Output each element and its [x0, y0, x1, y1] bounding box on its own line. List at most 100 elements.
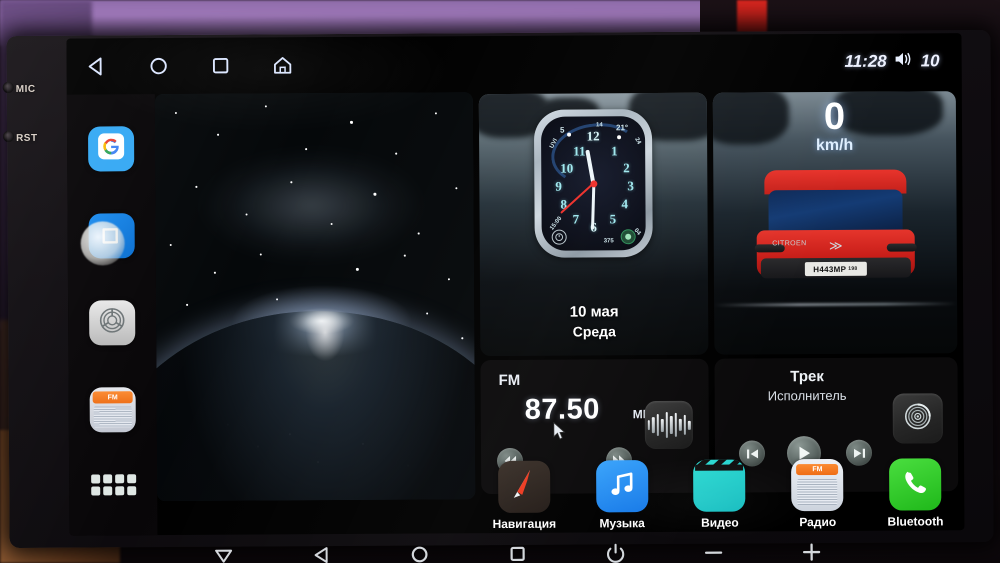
date-value: 10 мая	[569, 303, 619, 321]
activity-complication-icon	[620, 229, 636, 245]
hour-2: 2	[623, 160, 630, 176]
music-note-icon	[607, 469, 637, 504]
music-source-button[interactable]	[892, 393, 943, 444]
date-display: 10 мая Среда	[480, 303, 708, 340]
minute-hand	[590, 183, 595, 230]
clock-widget[interactable]: 5 UVI 21° 14 24 15:00 375 18 04	[478, 92, 709, 357]
status-clock: 11:28	[844, 51, 887, 71]
plate-number: H443MP	[813, 264, 847, 274]
mic-hole	[2, 81, 14, 94]
hour-7: 7	[572, 211, 580, 227]
plate-region: 198	[848, 265, 858, 272]
app-music[interactable]: Музыка	[586, 460, 658, 530]
hw-circle-icon[interactable]	[407, 542, 431, 563]
status-right: 11:28 10	[844, 50, 961, 73]
reset-hole[interactable]	[3, 130, 15, 143]
fm-badge: FM	[92, 391, 133, 404]
watch-face-widget: 5 UVI 21° 14 24 15:00 375 18 04	[533, 109, 653, 258]
complication-dot-left	[567, 132, 572, 137]
reset-label: RST	[16, 132, 38, 144]
android-nav-bar	[67, 53, 295, 78]
widget-area: 5 UVI 21° 14 24 15:00 375 18 04	[473, 89, 964, 499]
volume-level: 10	[920, 51, 940, 71]
weekday-value: Среда	[572, 323, 616, 340]
mic-label: MIC	[15, 83, 36, 95]
app-radio-label: Радио	[799, 514, 837, 530]
wallpaper-panel[interactable]	[154, 92, 476, 502]
car-photo: ≫ CITROEN H443MP 198	[748, 169, 923, 292]
app-music-label: Музыка	[599, 516, 645, 531]
dock-item-blue-app[interactable]	[80, 213, 135, 266]
watch-dial: 5 UVI 21° 14 24 15:00 375 18 04	[540, 116, 646, 251]
power-icon[interactable]	[603, 541, 627, 563]
hour-3: 3	[627, 178, 634, 194]
app-video-label: Видео	[701, 515, 739, 530]
disc-icon	[903, 401, 933, 436]
equalizer-button[interactable]	[644, 400, 693, 450]
speed-unit: km/h	[815, 136, 854, 155]
hour-11: 11	[573, 143, 586, 159]
volume-icon	[894, 50, 914, 72]
uv-value: 5	[560, 125, 565, 135]
app-radio[interactable]: FM Радио	[781, 458, 853, 530]
hour-10: 10	[560, 160, 574, 176]
app-shortcut-row: Навигация Музыка Видео FM Радио Bluetoot…	[475, 458, 964, 533]
google-g-icon	[96, 131, 126, 166]
head-unit-bezel: MIC RST 11:28 10 FM 5 UVI 21° 14 24 15:0…	[2, 29, 994, 563]
timer-complication-icon	[551, 229, 567, 245]
phone-handset-icon	[900, 467, 930, 502]
speed-value: 0	[823, 95, 846, 139]
hardware-button-bar	[69, 530, 964, 563]
temp-value: 21°	[615, 123, 629, 133]
hour-9: 9	[555, 178, 562, 194]
radio-icon: FM	[791, 459, 843, 511]
mouse-cursor	[553, 421, 566, 441]
dock-item-fm-radio[interactable]: FM	[89, 387, 136, 433]
speed-display: 0 km/h	[713, 95, 956, 155]
app-navigation[interactable]: Навигация	[488, 460, 560, 532]
hour-5: 5	[609, 211, 617, 227]
planet-earth	[154, 309, 476, 502]
status-bar: 11:28 10	[66, 33, 962, 95]
citroen-logo: ≫	[828, 237, 842, 253]
volume-minus-icon[interactable]	[701, 541, 725, 563]
back-triangle-icon[interactable]	[85, 54, 109, 78]
hw-square-icon[interactable]	[505, 542, 529, 563]
dock-item-settings[interactable]	[89, 300, 136, 346]
screen-glare	[80, 221, 125, 266]
watch-hub	[589, 179, 597, 187]
apps-grid-icon[interactable]	[90, 474, 136, 496]
next-track-icon	[853, 448, 865, 458]
hw-back-triangle-icon[interactable]	[309, 543, 333, 563]
car-brand: CITROEN	[772, 240, 807, 248]
app-bluetooth-label: Bluetooth	[887, 514, 944, 529]
photo-backdrop: MIC RST 11:28 10 FM 5 UVI 21° 14 24 15:0…	[0, 0, 1000, 563]
complication-dot-right	[617, 135, 622, 140]
navigation-arrow-icon	[506, 466, 542, 507]
touchscreen[interactable]: 11:28 10 FM 5 UVI 21° 14 24 15:00 375 04…	[66, 33, 965, 536]
app-navigation-label: Навигация	[492, 516, 557, 532]
app-video[interactable]: Видео	[684, 459, 756, 530]
track-title: Трек	[790, 368, 824, 386]
track-artist: Исполнитель	[767, 387, 847, 404]
hour-12: 12	[586, 128, 600, 144]
dropdown-arrow-icon[interactable]	[211, 544, 235, 563]
radio-grill	[93, 406, 132, 428]
home-icon[interactable]	[271, 53, 295, 77]
scale-right: 375	[603, 238, 614, 245]
square-icon[interactable]	[209, 54, 233, 78]
app-bluetooth[interactable]: Bluetooth	[879, 458, 951, 529]
license-plate: H443MP 198	[804, 261, 867, 277]
left-dock: FM	[66, 94, 158, 536]
hour-4: 4	[621, 196, 629, 212]
equalizer-icon	[647, 411, 691, 438]
clapperboard-icon	[694, 459, 746, 478]
previous-track-icon	[746, 448, 758, 458]
dock-item-google[interactable]	[87, 126, 135, 172]
hour-1: 1	[611, 143, 618, 159]
radio-band: FM	[498, 371, 521, 390]
gear-icon	[96, 304, 128, 341]
circle-icon[interactable]	[147, 54, 171, 78]
volume-plus-icon[interactable]	[799, 540, 823, 563]
speed-widget[interactable]: 0 km/h ≫ CITROEN H443MP 198	[712, 91, 958, 355]
